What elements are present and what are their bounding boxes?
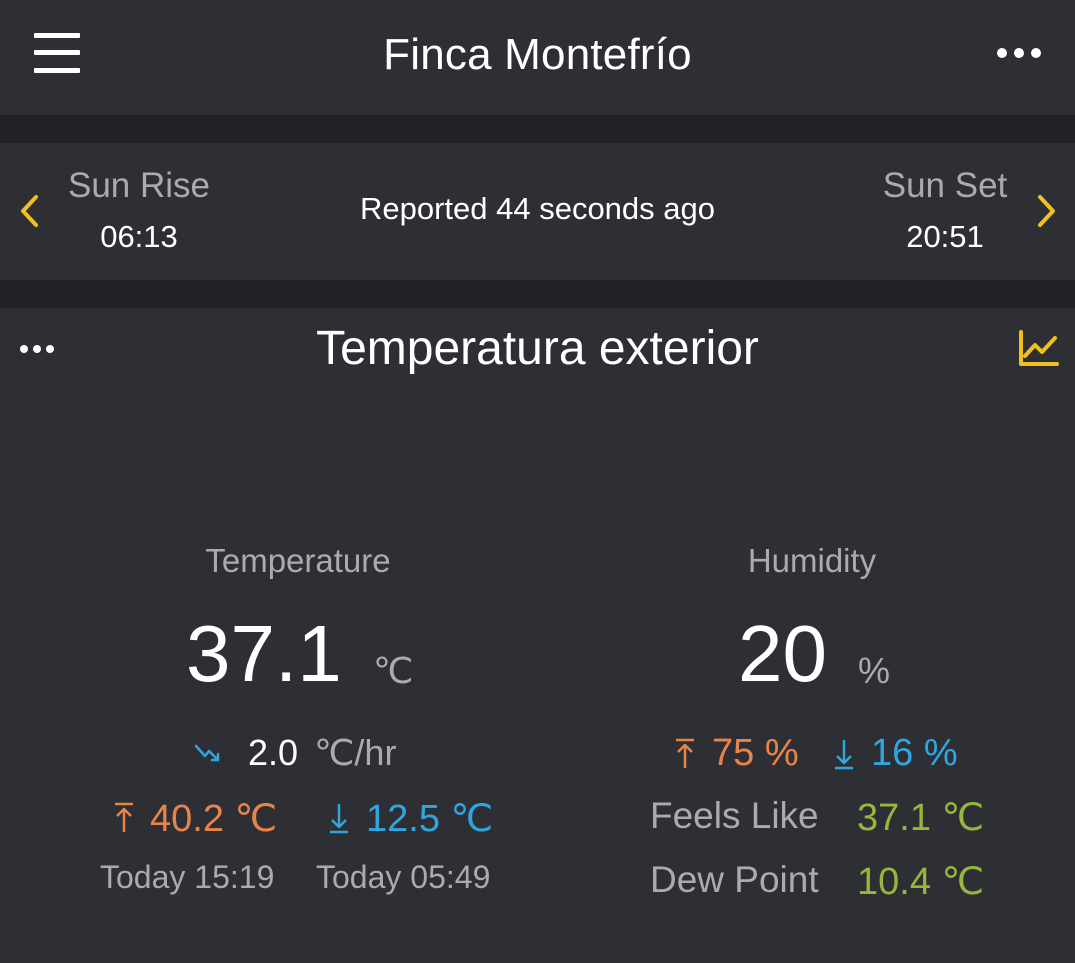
trend-down-icon	[194, 744, 220, 762]
temperature-high: 40.2 ℃	[150, 798, 278, 840]
sunset-label: Sun Set	[882, 166, 1008, 205]
line-chart-icon[interactable]	[1017, 330, 1059, 368]
temperature-low-time: Today 05:49	[316, 859, 491, 895]
section-divider	[0, 115, 1075, 143]
arrow-down-icon	[835, 740, 853, 770]
feels-like-value: 37.1 ℃	[857, 797, 985, 839]
trend-value: 2.0	[248, 732, 299, 773]
dew-point-label: Dew Point	[650, 859, 819, 900]
chevron-right-icon[interactable]	[1032, 193, 1060, 229]
temperature-high-time: Today 15:19	[100, 859, 275, 895]
arrow-down-icon	[330, 804, 348, 834]
humidity-low: 16 %	[871, 732, 958, 774]
humidity-label: Humidity	[747, 542, 877, 579]
temperature-label: Temperature	[205, 542, 391, 579]
temperature-value: 37.1	[186, 609, 342, 698]
more-options-icon[interactable]	[997, 48, 1041, 60]
humidity-high: 75 %	[712, 732, 799, 774]
temperature-unit: ℃	[373, 650, 414, 691]
app-header: Finca Montefrío	[0, 0, 1075, 115]
feels-like-label: Feels Like	[650, 795, 819, 836]
arrow-up-icon	[676, 738, 694, 768]
card-title: Temperatura exterior	[316, 322, 759, 375]
humidity-unit: %	[858, 650, 891, 691]
section-divider	[0, 280, 1075, 308]
temperature-low: 12.5 ℃	[366, 798, 494, 840]
arrow-up-icon	[115, 802, 133, 832]
station-title: Finca Montefrío	[383, 30, 692, 79]
temperature-card: Temperatura exterior Temperature 37.1 ℃ …	[0, 308, 1075, 963]
sun-info-bar: Sun Rise 06:13 Reported 44 seconds ago S…	[0, 143, 1075, 280]
dew-point-value: 10.4 ℃	[857, 861, 985, 903]
sunset-time: 20:51	[906, 219, 984, 254]
trend-unit: ℃/hr	[314, 732, 397, 773]
humidity-value: 20	[738, 609, 827, 698]
